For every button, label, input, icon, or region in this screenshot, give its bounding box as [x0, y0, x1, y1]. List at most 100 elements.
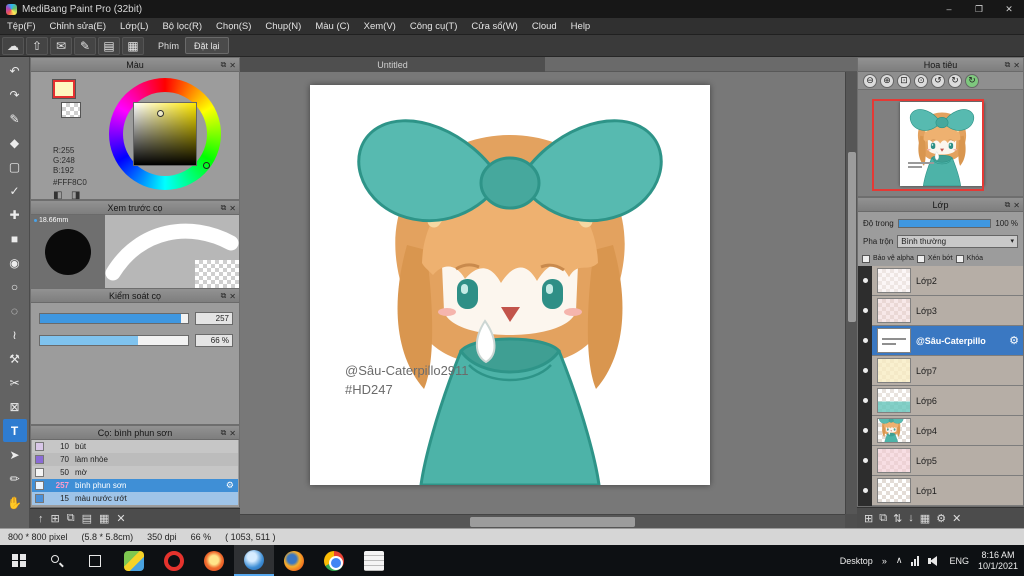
menu-edit[interactable]: Chỉnh sửa(E) [43, 18, 114, 35]
layer-row[interactable]: Lớp4 [858, 415, 1023, 446]
menu-color[interactable]: Màu (C) [308, 18, 356, 35]
panels-icon[interactable]: ▤ [98, 36, 120, 55]
background-color-swatch[interactable] [61, 102, 81, 118]
zoom-fit-icon[interactable]: ⊡ [897, 73, 911, 88]
popout-icon[interactable]: ⧉ [221, 291, 227, 301]
brush-item[interactable]: 10 bút [32, 440, 238, 453]
taskbar-app-notepad[interactable] [354, 545, 394, 576]
viewport-rectangle[interactable] [872, 99, 984, 191]
move-tool-icon[interactable]: ✚ [3, 203, 27, 226]
visibility-toggle[interactable] [858, 385, 872, 416]
visibility-toggle[interactable] [858, 266, 872, 296]
hue-cursor[interactable] [203, 162, 210, 169]
rotate-left-icon[interactable]: ↺ [931, 73, 945, 88]
saturation-value-square[interactable] [133, 102, 197, 166]
operation-tool-icon[interactable]: ⚒ [3, 347, 27, 370]
visibility-toggle[interactable] [858, 445, 872, 476]
brush-menu-icon[interactable]: ▤ [82, 512, 92, 525]
eraser-tool-icon[interactable]: ◆ [3, 131, 27, 154]
zoom-in-icon[interactable]: ⊕ [880, 73, 894, 88]
delete-layer-icon[interactable]: ✕ [952, 512, 961, 525]
close-icon[interactable]: ✕ [229, 429, 236, 438]
layer-row[interactable]: Lớp1 [858, 475, 1023, 506]
divide-tool-icon[interactable]: ✂ [3, 371, 27, 394]
new-layer-icon[interactable]: ⊞ [864, 512, 873, 525]
maximize-button[interactable]: ❐ [964, 0, 994, 18]
language-indicator[interactable]: ENG [949, 556, 969, 566]
visibility-toggle[interactable] [858, 325, 872, 356]
menu-capture[interactable]: Chụp(N) [258, 18, 308, 35]
taskbar-app-firefox[interactable] [274, 545, 314, 576]
layer-folder-icon[interactable]: ▦ [920, 512, 930, 525]
comment-icon[interactable]: ✉ [50, 36, 72, 55]
lock-checkbox[interactable] [955, 254, 964, 263]
sv-cursor[interactable] [157, 110, 164, 117]
layer-row[interactable]: Lớp7 [858, 355, 1023, 386]
volume-icon[interactable] [928, 555, 940, 566]
canvas-viewport[interactable]: @Sâu-Caterpillo2911 #HD247 [240, 72, 845, 514]
taskbar-app-game[interactable] [114, 545, 154, 576]
vertical-scroll-thumb[interactable] [848, 152, 856, 322]
bucket-tool-icon[interactable]: ◉ [3, 251, 27, 274]
layer-row[interactable]: Lớp6 [858, 385, 1023, 416]
menu-filter[interactable]: Bộ lọc(R) [155, 18, 209, 35]
network-icon[interactable] [911, 555, 920, 566]
layer-row[interactable]: Lớp3 [858, 295, 1023, 326]
text-tool-icon[interactable]: T [2, 419, 27, 442]
horizontal-scroll-thumb[interactable] [470, 517, 635, 527]
taskbar-app-medibang[interactable] [234, 545, 274, 576]
layer-settings-icon[interactable]: ⚙ [936, 512, 946, 525]
opacity-slider[interactable] [897, 218, 992, 228]
cloud-icon[interactable]: ☁ [2, 36, 24, 55]
close-icon[interactable]: ✕ [1013, 201, 1020, 210]
zoom-out-icon[interactable]: ⊖ [863, 73, 877, 88]
redo-icon[interactable]: ↷ [3, 83, 27, 106]
vertical-scrollbar[interactable] [845, 72, 857, 514]
close-icon[interactable]: ✕ [229, 292, 236, 301]
canvas-tab[interactable]: Untitled [240, 57, 545, 72]
brush-item-selected[interactable]: 257 bình phun sơn ⚙ [32, 479, 238, 492]
undo-icon[interactable]: ↶ [3, 59, 27, 82]
foreground-color-swatch[interactable] [53, 80, 75, 98]
menu-view[interactable]: Xem(V) [357, 18, 403, 35]
pointer-tool-icon[interactable]: ➤ [3, 443, 27, 466]
menu-select[interactable]: Chọn(S) [209, 18, 258, 35]
popout-icon[interactable]: ⧉ [1005, 60, 1011, 70]
search-button[interactable] [38, 545, 76, 576]
shape-rect-tool-icon[interactable]: ■ [3, 227, 27, 250]
brush-opacity-slider[interactable] [39, 335, 189, 346]
brush-folder-icon[interactable]: ▦ [99, 512, 109, 525]
horizontal-scrollbar[interactable] [240, 514, 845, 528]
brush-tool-icon[interactable]: ✎ [3, 107, 27, 130]
layer-row[interactable]: Lớp5 [858, 445, 1023, 476]
canvas-document[interactable]: @Sâu-Caterpillo2911 #HD247 [310, 85, 710, 485]
select-pen-tool-icon[interactable]: ✓ [3, 179, 27, 202]
brush-size-slider[interactable] [39, 313, 189, 324]
popout-icon[interactable]: ⧉ [1005, 200, 1011, 210]
close-icon[interactable]: ✕ [229, 204, 236, 213]
layer-row-selected[interactable]: @Sâu-Caterpillo ⚙ [858, 325, 1023, 356]
visibility-toggle[interactable] [858, 355, 872, 386]
menu-tools[interactable]: Công cụ(T) [403, 18, 465, 35]
alpha-lock-checkbox[interactable] [862, 254, 870, 263]
visibility-toggle[interactable] [858, 295, 872, 326]
close-icon[interactable]: ✕ [229, 61, 236, 70]
grid-icon[interactable]: ▦ [122, 36, 144, 55]
menu-file[interactable]: Tệp(F) [0, 18, 43, 35]
visibility-toggle[interactable] [858, 415, 872, 446]
new-brush-icon[interactable]: ⊞ [51, 512, 60, 525]
duplicate-layer-icon[interactable]: ⧉ [879, 512, 887, 525]
layer-gear-icon[interactable]: ⚙ [1009, 334, 1019, 347]
move-up-icon[interactable]: ↑ [38, 513, 44, 525]
duplicate-brush-icon[interactable]: ⧉ [67, 512, 75, 525]
taskbar-app-chrome[interactable] [314, 545, 354, 576]
select-rect-tool-icon[interactable]: ▢ [3, 155, 27, 178]
brush-item[interactable]: 15 màu nước ướt [32, 492, 238, 505]
hand-tool-icon[interactable]: ✋ [3, 491, 27, 514]
menu-window[interactable]: Cửa sổ(W) [464, 18, 524, 35]
pencil-tool-icon[interactable]: ✏ [3, 467, 27, 490]
taskbar-app-browser[interactable] [194, 545, 234, 576]
reset-view-icon[interactable]: ↻ [965, 73, 979, 88]
hidden-icons-caret[interactable]: ∧ [896, 555, 903, 566]
reset-button[interactable]: Đặt lại [185, 37, 229, 54]
